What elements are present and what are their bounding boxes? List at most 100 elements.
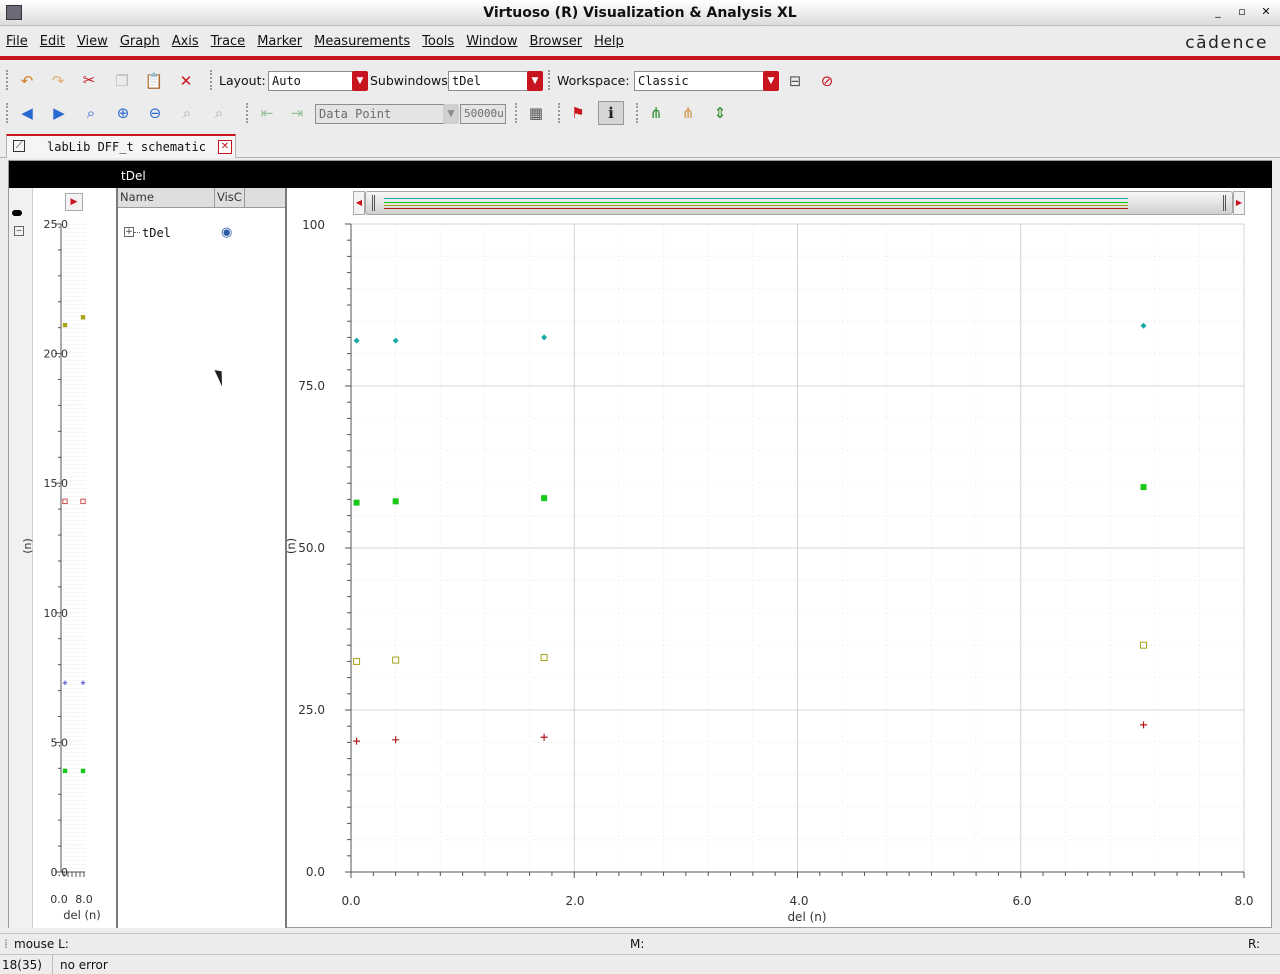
toolbar-grip[interactable] bbox=[548, 70, 553, 90]
redo-icon[interactable]: ↷ bbox=[47, 70, 69, 92]
close-icon[interactable]: ✕ bbox=[1258, 4, 1274, 20]
toolbar-grip[interactable] bbox=[636, 103, 641, 123]
data-point-square bbox=[80, 768, 86, 774]
maximize-icon[interactable]: ▫ bbox=[1234, 4, 1250, 20]
menu-help[interactable]: Help bbox=[594, 34, 624, 49]
x-tick-label: 0.0 bbox=[341, 894, 360, 908]
scroll-right-icon[interactable]: ▶ bbox=[1233, 191, 1245, 215]
chevron-down-icon[interactable]: ▼ bbox=[763, 71, 779, 91]
forward-icon[interactable]: ▶ bbox=[48, 102, 70, 124]
layout-select[interactable]: Auto bbox=[268, 71, 354, 91]
toolbar-grip[interactable] bbox=[558, 103, 563, 123]
chevron-down-icon[interactable]: ▼ bbox=[527, 71, 543, 91]
chevron-down-icon[interactable]: ▼ bbox=[352, 71, 368, 91]
subwindows-select[interactable]: tDel bbox=[448, 71, 530, 91]
calculator-icon[interactable]: ▦ bbox=[525, 102, 547, 124]
trace-split-icon[interactable]: ⋔ bbox=[645, 102, 667, 124]
expand-icon[interactable]: + bbox=[124, 227, 134, 237]
thumbnail-panel: − ▶ (n) 0.0 8.0 del (n) 0.0 5.0 10.0 15.0 20… bbox=[9, 188, 116, 928]
menu-graph[interactable]: Graph bbox=[120, 34, 160, 49]
trace-stack-icon[interactable]: ⇕ bbox=[709, 102, 731, 124]
menu-tools[interactable]: Tools bbox=[422, 34, 454, 49]
menu-axis[interactable]: Axis bbox=[172, 34, 199, 49]
tab-schematic[interactable]: ⟋ labLib DFF_t schematic ✕ bbox=[6, 134, 236, 158]
scroll-handle-right[interactable] bbox=[1223, 195, 1226, 211]
marker-right-icon[interactable]: ⇥ bbox=[286, 102, 308, 124]
browser-header: Name VisC bbox=[118, 188, 285, 208]
toolbar-grip[interactable] bbox=[246, 103, 251, 123]
menu-trace[interactable]: Trace bbox=[211, 34, 246, 49]
subwindow-title: tDel bbox=[121, 169, 146, 183]
x-tick-label: 6.0 bbox=[1012, 894, 1031, 908]
data-point-open-square bbox=[62, 498, 68, 505]
scroll-track[interactable] bbox=[365, 191, 1233, 215]
mouse-middle-status: M: bbox=[630, 937, 645, 951]
menu-browser[interactable]: Browser bbox=[529, 34, 582, 49]
save-workspace-icon[interactable]: ⊟ bbox=[784, 70, 806, 92]
trace-merge-icon[interactable]: ⋔ bbox=[677, 102, 699, 124]
menu-edit[interactable]: Edit bbox=[40, 34, 65, 49]
cut-icon[interactable]: ✂ bbox=[78, 69, 100, 91]
y-tick-label: 0.0 bbox=[306, 865, 325, 879]
y-tick-label: 25.0 bbox=[298, 703, 325, 717]
edit-icon: ⟋ bbox=[13, 140, 25, 152]
marker-value-field[interactable]: 50000u bbox=[460, 104, 506, 124]
column-name-header[interactable]: Name bbox=[120, 190, 154, 204]
menu-file[interactable]: File bbox=[6, 34, 28, 49]
data-point-square bbox=[392, 498, 399, 505]
workspace-select[interactable]: Classic bbox=[634, 71, 766, 91]
delete-icon[interactable]: ✕ bbox=[175, 70, 197, 92]
paste-icon[interactable]: 📋 bbox=[143, 70, 165, 92]
data-point-square bbox=[1140, 484, 1147, 491]
toolbar-grip[interactable] bbox=[6, 103, 11, 123]
flag-icon[interactable]: ⚑ bbox=[567, 102, 589, 124]
menu-marker[interactable]: Marker bbox=[257, 34, 302, 49]
command-counter: 18(35) bbox=[2, 958, 42, 972]
data-point-open-square bbox=[353, 657, 361, 665]
toolbar-grip[interactable] bbox=[6, 70, 11, 90]
zoom-y-icon[interactable]: ⌕ bbox=[208, 102, 230, 124]
undo-icon[interactable]: ↶ bbox=[16, 70, 38, 92]
x-axis-label: del (n) bbox=[787, 910, 826, 924]
chevron-down-icon[interactable]: ▼ bbox=[443, 104, 459, 124]
zoom-in-icon[interactable]: ⊕ bbox=[112, 102, 134, 124]
copy-icon[interactable]: ❐ bbox=[111, 70, 133, 92]
status-bar-mouse: ⁞ mouse L: M: R: bbox=[0, 933, 1280, 953]
info-icon[interactable]: ℹ bbox=[598, 101, 624, 125]
subwindows-label: Subwindows: bbox=[370, 73, 452, 88]
mouse-left-status: mouse L: bbox=[14, 937, 69, 951]
column-visc-header[interactable]: VisC bbox=[217, 190, 242, 204]
zoom-out-icon[interactable]: ⊖ bbox=[144, 102, 166, 124]
eye-icon[interactable]: ◉ bbox=[221, 225, 232, 240]
mini-x-tick-left: 0.0 bbox=[50, 893, 68, 906]
x-tick-label: 4.0 bbox=[789, 894, 808, 908]
marker-mode-select[interactable]: Data Point bbox=[315, 104, 445, 124]
data-point-open-square bbox=[540, 654, 548, 662]
scroll-handle-left[interactable] bbox=[372, 195, 375, 211]
scroll-left-icon[interactable]: ◀ bbox=[353, 191, 365, 215]
menu-measurements[interactable]: Measurements bbox=[314, 34, 410, 49]
mouse-cursor-icon bbox=[214, 367, 228, 387]
tree-item-tdel[interactable]: tDel bbox=[142, 226, 171, 240]
minimize-icon[interactable]: _ bbox=[1210, 4, 1226, 20]
data-point-diamond bbox=[392, 337, 399, 344]
x-scrollbar[interactable]: ◀ ▶ bbox=[353, 191, 1245, 215]
tab-label: labLib DFF_t schematic bbox=[47, 140, 206, 154]
main-y-axis-label: (n) bbox=[287, 538, 298, 554]
delete-workspace-icon[interactable]: ⊘ bbox=[816, 70, 838, 92]
toolbar-grip[interactable] bbox=[515, 103, 520, 123]
data-point-square bbox=[62, 322, 68, 328]
menu-window[interactable]: Window bbox=[466, 34, 517, 49]
zoom-x-icon[interactable]: ⌕ bbox=[176, 102, 198, 124]
toolbar-grip[interactable] bbox=[210, 70, 215, 90]
mini-graph: (n) 0.0 8.0 del (n) 0.0 5.0 10.0 15.0 20.0 25… bbox=[21, 218, 101, 922]
data-point-plus bbox=[392, 736, 400, 744]
marker-left-icon[interactable]: ⇤ bbox=[256, 102, 278, 124]
graph-window: tDel − ▶ (n) 0.0 8.0 del (n) 0.0 5.0 10.0 1… bbox=[8, 160, 1272, 928]
zoom-fit-icon[interactable]: ⌕ bbox=[80, 102, 102, 124]
mini-x-tick-right: 8.0 bbox=[75, 893, 93, 906]
mini-y-tick-label: 15.0 bbox=[44, 477, 69, 490]
menu-view[interactable]: View bbox=[77, 34, 108, 49]
back-icon[interactable]: ◀ bbox=[16, 102, 38, 124]
close-tab-icon[interactable]: ✕ bbox=[218, 140, 232, 154]
